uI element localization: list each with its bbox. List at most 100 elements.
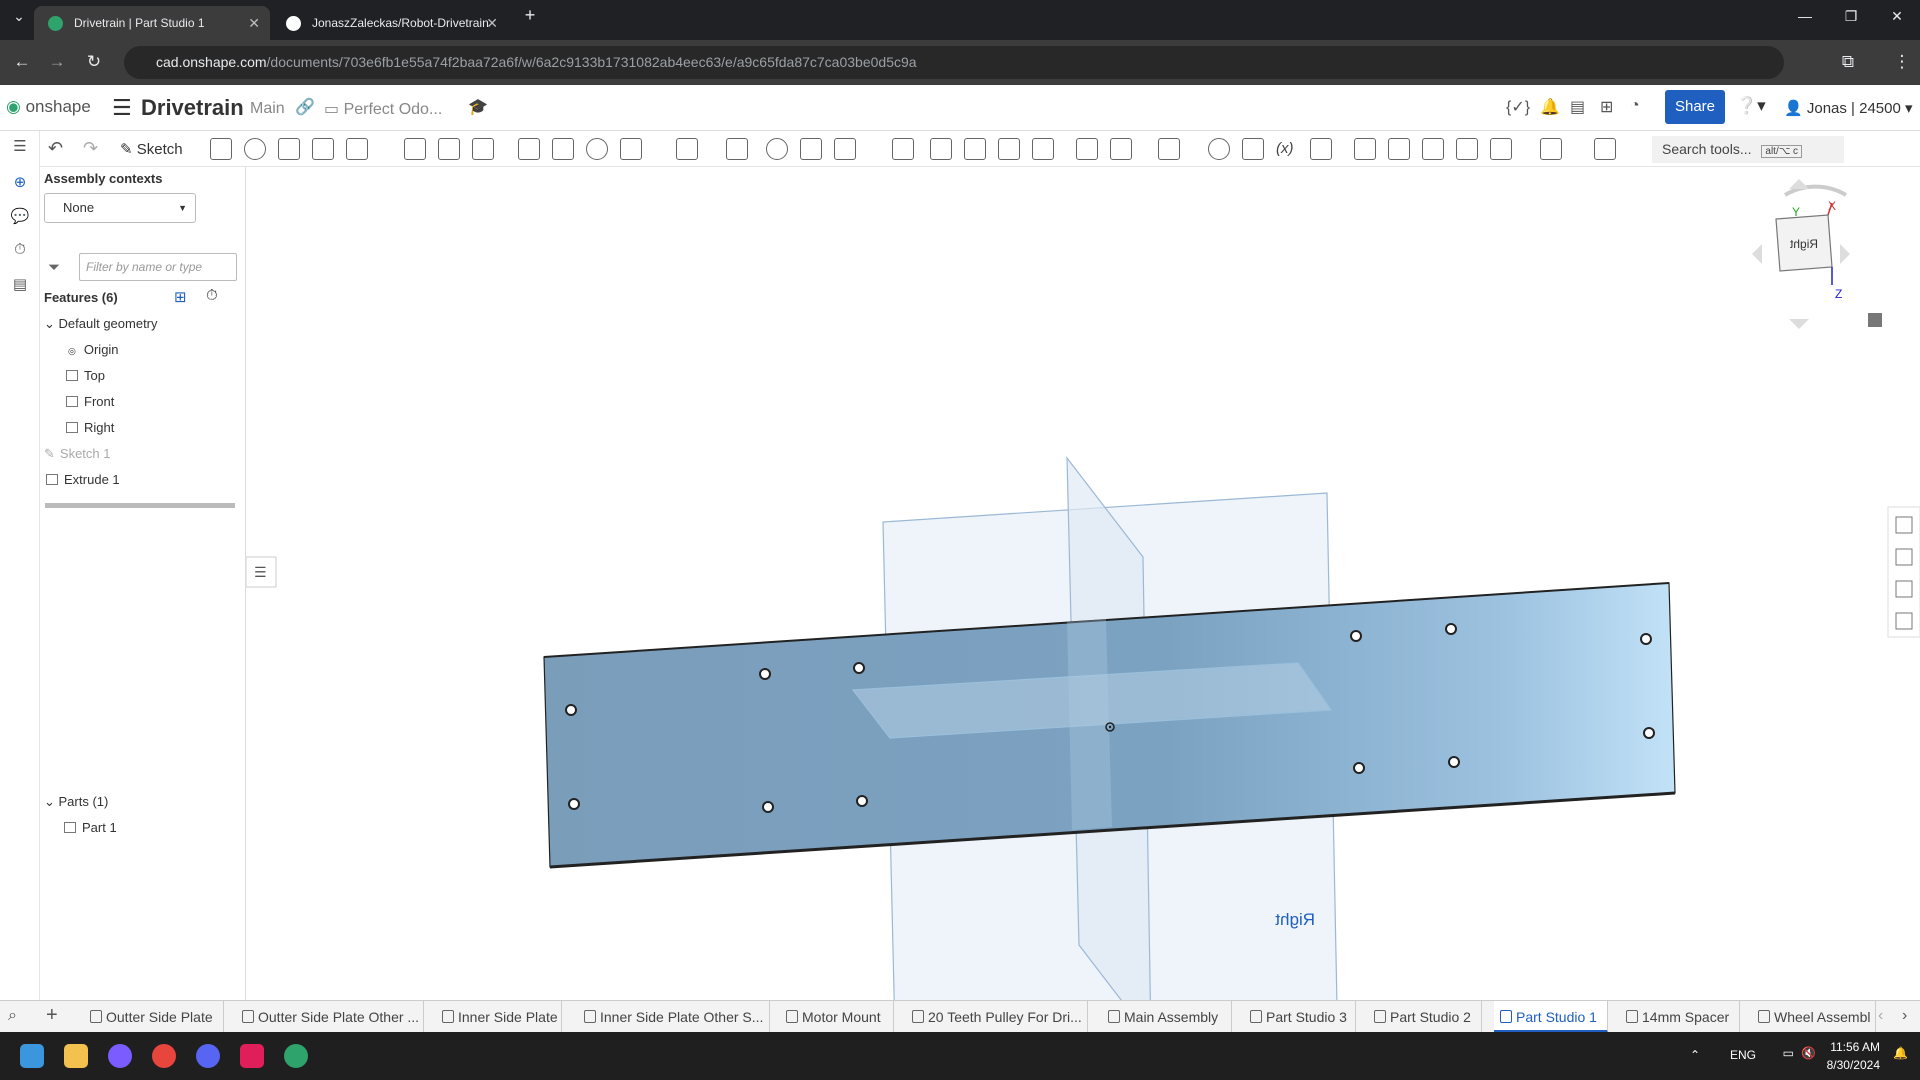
filter-icon[interactable]: ⏷ [48, 259, 60, 276]
custom-feature-icon[interactable] [1594, 138, 1616, 160]
onshape-app-icon[interactable] [284, 1044, 308, 1068]
add-tab-icon[interactable]: + [46, 1004, 58, 1027]
discord-icon[interactable] [196, 1044, 220, 1068]
tab-14mm-spacer[interactable]: 14mm Spacer [1620, 1001, 1740, 1033]
split-icon[interactable] [800, 138, 822, 160]
top-plane-node[interactable]: Top [66, 368, 105, 383]
mirror-icon[interactable] [726, 138, 748, 160]
forward-icon[interactable]: → [45, 52, 69, 72]
bend-icon[interactable] [1456, 138, 1478, 160]
tab-part-studio-2[interactable]: Part Studio 2 [1368, 1001, 1482, 1033]
shell-icon[interactable] [552, 138, 574, 160]
scroll-tabs-right-icon[interactable]: › [1902, 1007, 1907, 1025]
frame-icon[interactable] [1540, 138, 1562, 160]
view-arrow-left-icon[interactable] [1752, 244, 1762, 264]
tab-inner-side-plate-other[interactable]: Inner Side Plate Other S... [578, 1001, 770, 1033]
notes-icon[interactable]: ▤ [1570, 97, 1585, 117]
helix-icon[interactable] [1208, 138, 1230, 160]
hole[interactable] [568, 798, 580, 810]
thicken-icon[interactable] [346, 138, 368, 160]
loft-icon[interactable] [312, 138, 334, 160]
url-input[interactable]: cad.onshape.com/documents/703e6fb1e55a74… [124, 46, 1784, 79]
back-icon[interactable]: ← [10, 52, 34, 72]
hole[interactable] [856, 795, 868, 807]
extrude1-node[interactable]: Extrude 1 [46, 472, 120, 487]
hole[interactable] [762, 801, 774, 813]
restore-icon[interactable]: ❐ [1836, 8, 1866, 25]
curves-icon[interactable] [1158, 138, 1180, 160]
front-plane-node[interactable]: Front [66, 394, 114, 409]
branch-name[interactable]: Main [250, 100, 285, 118]
new-tab-icon[interactable]: + [515, 5, 545, 26]
sheet-metal-icon[interactable] [1354, 138, 1376, 160]
tab-part-studio-3[interactable]: Part Studio 3 [1244, 1001, 1356, 1033]
mate-connector-icon[interactable] [1110, 138, 1132, 160]
view-arrow-down-icon[interactable] [1789, 319, 1809, 329]
file-explorer-icon[interactable] [64, 1044, 88, 1068]
feature-list-icon[interactable]: ☰ [10, 137, 30, 155]
add-folder-icon[interactable]: ⊞ [174, 288, 187, 306]
extrude-icon[interactable] [210, 138, 232, 160]
hamburger-menu-icon[interactable]: ☰ [112, 95, 132, 121]
revolve-icon[interactable] [244, 138, 266, 160]
hole[interactable] [759, 668, 771, 680]
menu-icon[interactable]: ⋮ [1890, 52, 1914, 72]
reload-icon[interactable]: ↻ [82, 52, 106, 72]
part1-node[interactable]: Part 1 [64, 820, 117, 835]
view-arrow-right-icon[interactable] [1840, 244, 1850, 264]
document-name[interactable]: Drivetrain [141, 95, 244, 121]
rib-icon[interactable] [518, 138, 540, 160]
close-tab-icon[interactable]: ✕ [248, 6, 260, 40]
tab-outter-side-plate[interactable]: Outter Side Plate [84, 1001, 224, 1033]
hole[interactable] [1445, 623, 1457, 635]
browser-tab-onshape[interactable]: Drivetrain | Part Studio 1 ✕ [34, 6, 270, 40]
help-center-icon[interactable]: ◔ [1630, 97, 1640, 115]
scroll-tabs-left-icon[interactable]: ‹ [1878, 1007, 1883, 1025]
learning-icon[interactable]: 🎓 [468, 97, 488, 117]
filter-input[interactable]: Filter by name or type [79, 253, 237, 281]
tab-part-studio-1[interactable]: Part Studio 1 [1494, 1001, 1608, 1033]
variables-icon[interactable]: {✓} [1506, 97, 1530, 117]
tab-wheel-assembly[interactable]: Wheel Assembl [1752, 1001, 1876, 1033]
tab-icon[interactable] [1422, 138, 1444, 160]
onshape-logo[interactable]: ◉ onshape [6, 97, 91, 117]
clock-time[interactable]: 11:56 AM [1820, 1040, 1880, 1054]
extensions-icon[interactable]: ⧉ [1836, 52, 1860, 72]
model-canvas[interactable]: Right Right X Y Z ☰ [246, 167, 1920, 1000]
view-arrow-up-icon[interactable] [1789, 179, 1809, 189]
delete-face-icon[interactable] [964, 138, 986, 160]
origin-node[interactable]: ◎ Origin [68, 342, 119, 357]
insert-icon[interactable]: ⊕ [10, 173, 30, 191]
volume-muted-icon[interactable]: 🔇 [1801, 1046, 1816, 1060]
minimize-icon[interactable]: — [1790, 8, 1820, 24]
hole[interactable] [565, 704, 577, 716]
cylinder-icon[interactable] [620, 138, 642, 160]
view-mode-icon[interactable] [1868, 313, 1882, 327]
browser-tab-github[interactable]: JonaszZaleckas/Robot-Drivetrain ✕ [272, 6, 508, 40]
rollback-timer-icon[interactable]: ⏱ [206, 287, 218, 304]
undo-icon[interactable]: ↶ [48, 138, 63, 159]
hole[interactable] [1643, 727, 1655, 739]
hole[interactable] [1350, 630, 1362, 642]
boolean-icon[interactable] [766, 138, 788, 160]
derived-icon[interactable] [1310, 138, 1332, 160]
user-menu[interactable]: 👤 Jonas | 24500 ▾ [1784, 99, 1913, 117]
network-icon[interactable]: ▭ [1783, 1046, 1794, 1060]
tab-manager-icon[interactable]: ⌕ [8, 1007, 17, 1025]
sketch-button[interactable]: ✎ Sketch [120, 140, 183, 158]
notifications-icon[interactable]: 🔔 [1540, 97, 1560, 117]
notifications-tray-icon[interactable]: 🔔 [1893, 1046, 1908, 1060]
fillet-icon[interactable] [404, 138, 426, 160]
assembly-context-select[interactable]: None ▼ [44, 193, 196, 223]
plane-icon[interactable] [1076, 138, 1098, 160]
link-icon[interactable]: 🔗 [295, 97, 315, 117]
tray-overflow-icon[interactable]: ⌃ [1690, 1048, 1700, 1062]
default-geometry-node[interactable]: ⌄ Default geometry [44, 316, 158, 332]
sweep-icon[interactable] [278, 138, 300, 160]
variable-icon[interactable]: (x) [1276, 140, 1294, 157]
graphics-viewport[interactable]: Right Right X Y Z ☰ [246, 167, 1920, 1000]
hole[interactable] [1640, 633, 1652, 645]
tab-main-assembly[interactable]: Main Assembly [1102, 1001, 1232, 1033]
close-tab-icon[interactable]: ✕ [486, 6, 498, 40]
tab-search-icon[interactable]: ⌄ [4, 8, 34, 25]
